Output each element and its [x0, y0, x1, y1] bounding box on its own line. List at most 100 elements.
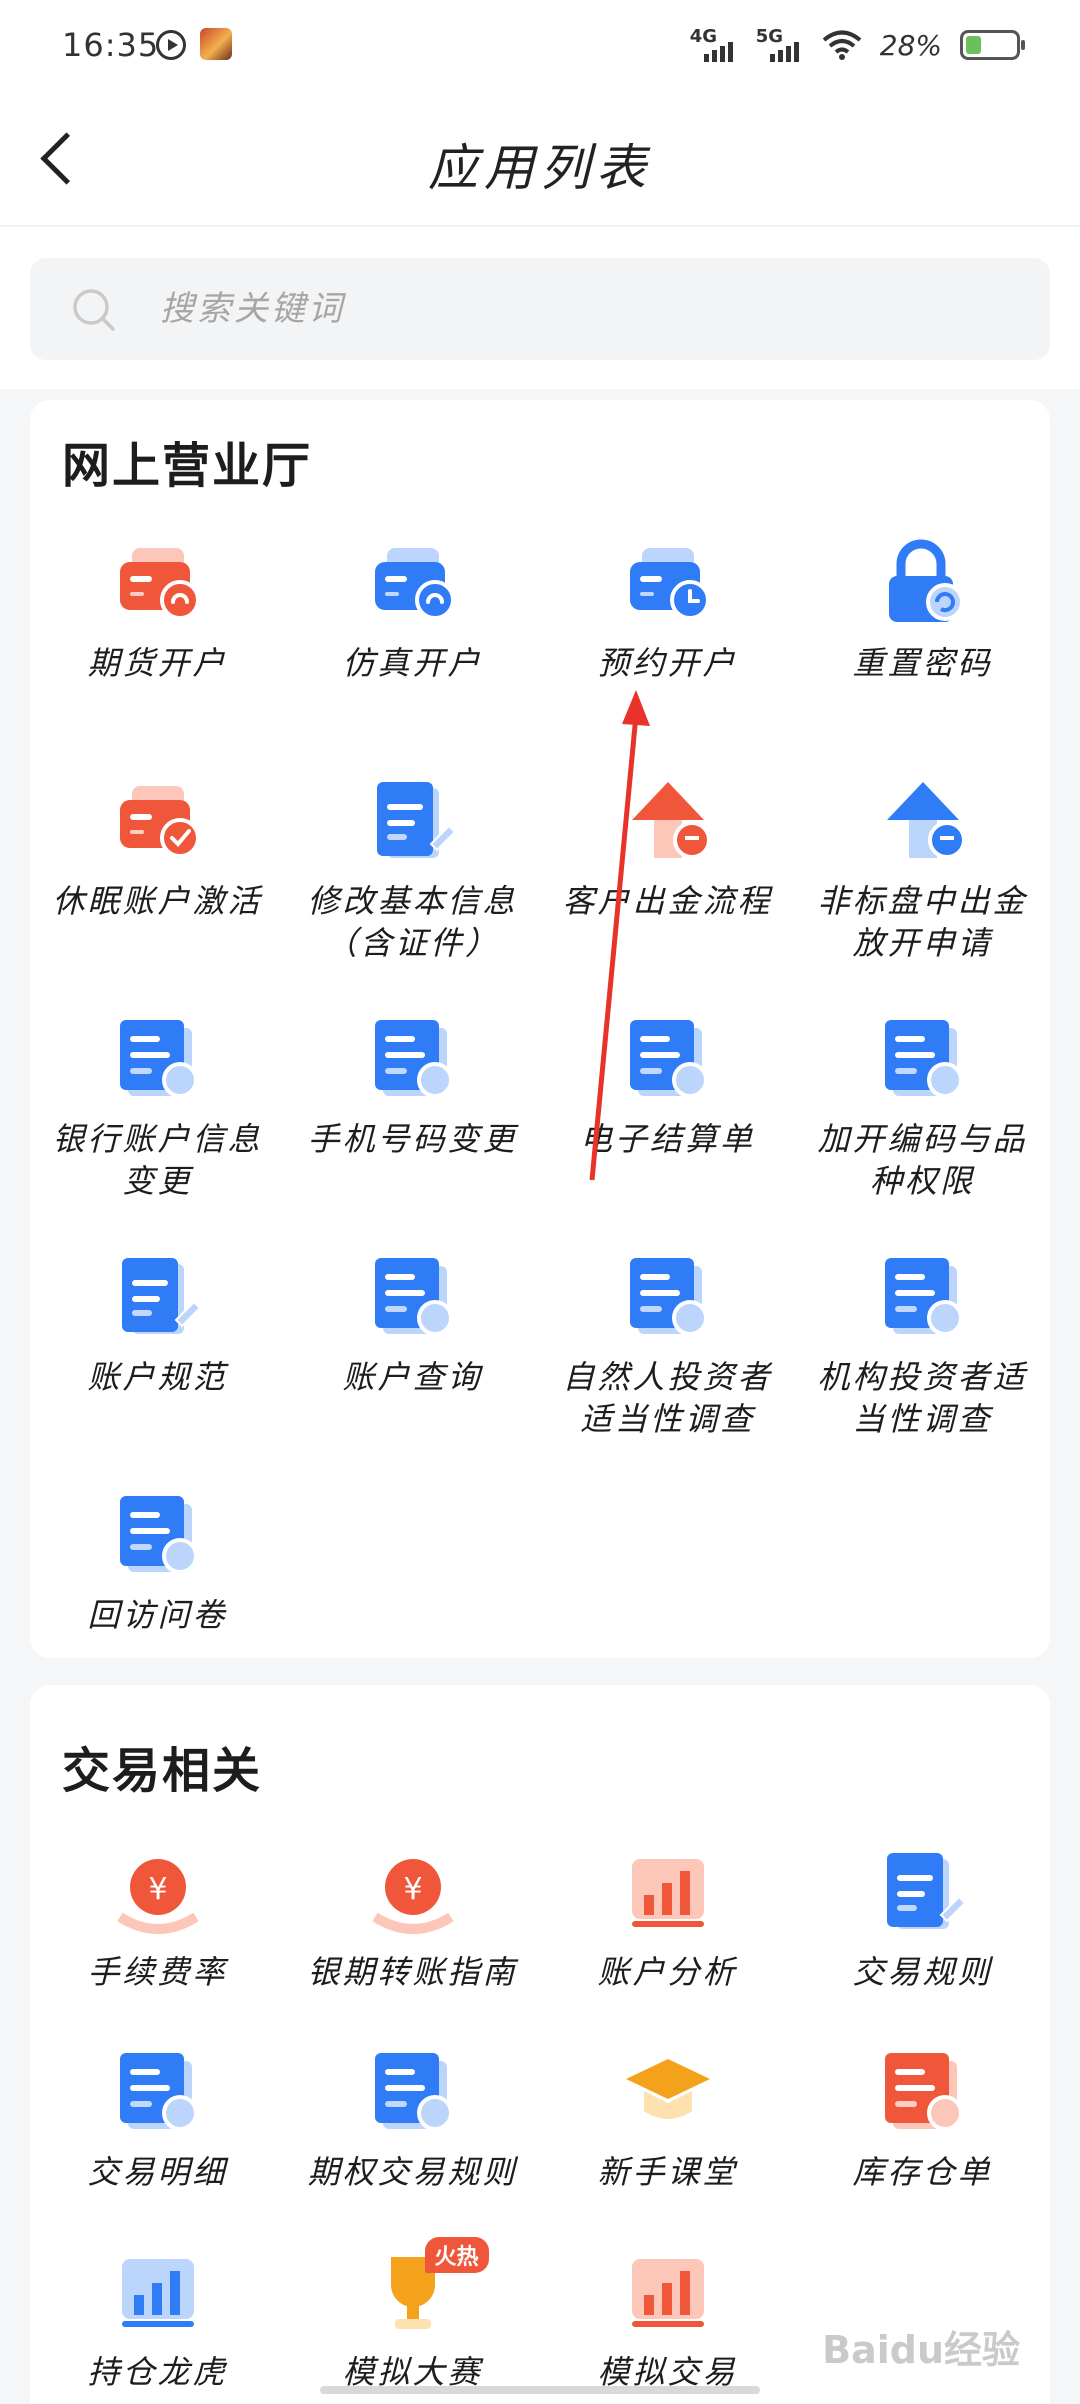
app-item[interactable]: 修改基本信息（含证件） — [285, 774, 540, 1012]
app-item[interactable]: 客户出金流程 — [540, 774, 795, 1012]
card-clock-icon-graphic — [629, 548, 710, 620]
card-check-icon-graphic — [119, 786, 200, 858]
app-item[interactable]: 账户规范 — [30, 1250, 285, 1488]
app-item[interactable]: 银行账户信息变更 — [30, 1012, 285, 1250]
app-item[interactable]: 持仓龙虎 — [30, 2245, 285, 2404]
rules-doc-icon-graphic — [886, 1853, 966, 1929]
phone-refresh-icon-graphic — [374, 1020, 453, 1098]
profile-doc-icon — [110, 1250, 206, 1346]
card-check-icon — [110, 774, 206, 870]
person-survey-icon-graphic — [629, 1258, 708, 1336]
app-item[interactable]: 重置密码 — [795, 536, 1050, 774]
card-simulate-icon-graphic — [374, 548, 455, 620]
app-item[interactable]: 仿真开户 — [285, 536, 540, 774]
app-label: 手续费率 — [87, 1953, 228, 1991]
person-survey-icon — [620, 1250, 716, 1346]
app-item[interactable]: 手机号码变更 — [285, 1012, 540, 1250]
options-clipboard-icon-graphic — [374, 2053, 453, 2131]
card-clock-icon — [620, 536, 716, 632]
app-label: 库存仓单 — [852, 2153, 993, 2191]
app-label: 加开编码与品种权限 — [817, 1120, 1028, 1200]
warehouse-list-icon-graphic — [884, 2053, 963, 2131]
app-item[interactable]: 火热 模拟大赛 — [285, 2237, 540, 2404]
trend-screen-icon — [110, 2245, 206, 2341]
app-item[interactable]: 预约开户 — [540, 536, 795, 774]
app-label: 非标盘中出金放开申请 — [817, 882, 1028, 962]
app-label: 客户出金流程 — [562, 882, 773, 920]
app-item[interactable]: 电子结算单 — [540, 1012, 795, 1250]
account-search-icon — [365, 1250, 461, 1346]
app-label: 新手课堂 — [597, 2153, 738, 2191]
app-item[interactable]: 新手课堂 — [540, 2045, 795, 2245]
app-label: 修改基本信息（含证件） — [307, 882, 518, 962]
document-edit-icon-graphic — [376, 782, 456, 858]
card-simulate-icon — [365, 536, 461, 632]
status-time: 16:35 — [62, 26, 160, 64]
section-online-hall: 网上营业厅 期货开户 仿真开户 预约开户 重置密码 休眠账户激活 修改基本信息（… — [30, 400, 1050, 1658]
trophy-icon: 火热 — [365, 2237, 489, 2341]
simulate-chart-icon — [620, 2245, 716, 2341]
app-item[interactable]: 账户查询 — [285, 1250, 540, 1488]
app-item[interactable]: 机构投资者适当性调查 — [795, 1250, 1050, 1488]
calculator-icon — [620, 1012, 716, 1108]
app-label: 重置密码 — [852, 644, 993, 682]
calculator-icon-graphic — [629, 1020, 708, 1098]
app-item[interactable]: ¥ 银期转账指南 — [285, 1845, 540, 2045]
section-title: 交易相关 — [62, 1743, 263, 1799]
search-box[interactable] — [30, 258, 1050, 360]
profile-doc-icon-graphic — [121, 1258, 201, 1334]
upload-single-icon-graphic — [631, 782, 711, 859]
bar-chart-icon — [620, 1845, 716, 1941]
app-item[interactable]: 非标盘中出金放开申请 — [795, 774, 1050, 1012]
signal-4g-icon: 4G — [690, 26, 738, 64]
graduation-cap-icon-graphic — [625, 2059, 710, 2119]
fee-coin-icon-graphic: ¥ — [116, 1859, 199, 1934]
app-item[interactable]: 期权交易规则 — [285, 2045, 540, 2245]
wifi-icon — [822, 30, 862, 60]
building-survey-icon-graphic — [884, 1258, 963, 1336]
app-item[interactable]: 交易明细 — [30, 2045, 285, 2245]
trend-screen-icon-graphic — [121, 2259, 194, 2327]
document-edit-icon — [365, 774, 461, 870]
home-indicator[interactable] — [320, 2386, 760, 2394]
search-input[interactable] — [160, 282, 960, 336]
app-label: 账户分析 — [597, 1953, 738, 1991]
account-search-icon-graphic — [374, 1258, 453, 1336]
phone-refresh-icon — [365, 1012, 461, 1108]
media-play-icon — [156, 30, 186, 60]
app-label: 银期转账指南 — [307, 1953, 518, 1991]
visit-survey-icon — [110, 1488, 206, 1584]
lock-reset-icon — [875, 536, 971, 632]
app-item[interactable]: 自然人投资者适当性调查 — [540, 1250, 795, 1488]
app-label: 休眠账户激活 — [52, 882, 263, 920]
app-item[interactable]: ¥ 手续费率 — [30, 1845, 285, 2045]
simulate-chart-icon-graphic — [631, 2259, 704, 2327]
app-item[interactable]: 账户分析 — [540, 1845, 795, 2045]
options-clipboard-icon — [365, 2045, 461, 2141]
app-item[interactable]: 库存仓单 — [795, 2045, 1050, 2245]
app-item[interactable]: 加开编码与品种权限 — [795, 1012, 1050, 1250]
nav-header: 应用列表 — [0, 90, 1080, 226]
page-title: 应用列表 — [428, 139, 652, 197]
rules-doc-icon — [875, 1845, 971, 1941]
bar-chart-icon-graphic — [631, 1859, 704, 1927]
search-icon — [73, 289, 115, 331]
card-user-icon — [110, 536, 206, 632]
app-item[interactable]: 交易规则 — [795, 1845, 1050, 2045]
graduation-cap-icon — [620, 2045, 716, 2141]
upload-single-icon — [620, 774, 716, 870]
warehouse-list-icon — [875, 2045, 971, 2141]
battery-percent: 28% — [879, 28, 942, 62]
app-label: 电子结算单 — [579, 1120, 755, 1158]
app-label: 账户查询 — [342, 1358, 483, 1396]
fee-coin-icon: ¥ — [110, 1845, 206, 1941]
app-label: 期权交易规则 — [307, 2153, 518, 2191]
status-bar: 16:35 4G 5G 28% — [0, 0, 1080, 90]
app-grid: 期货开户 仿真开户 预约开户 重置密码 休眠账户激活 修改基本信息（含证件） 客… — [30, 536, 1050, 1726]
card-user-icon-graphic — [119, 548, 200, 620]
app-item[interactable]: 模拟交易 — [540, 2245, 795, 2404]
app-item[interactable]: 休眠账户激活 — [30, 774, 285, 1012]
section-trading: 交易相关 ¥ 手续费率 ¥ 银期转账指南 账户分析 交易规则 交易明细 期权交易… — [30, 1685, 1050, 2404]
app-item[interactable]: 期货开户 — [30, 536, 285, 774]
svg-text:¥: ¥ — [148, 1872, 167, 1907]
